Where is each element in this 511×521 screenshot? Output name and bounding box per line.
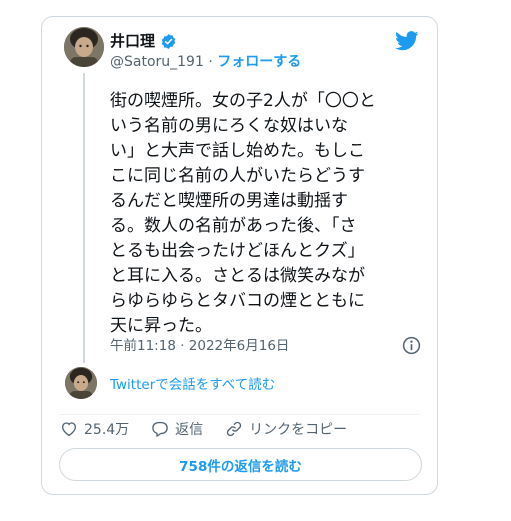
author-name[interactable]: 井口理 [110, 32, 155, 50]
info-icon[interactable] [402, 336, 421, 355]
read-conversation-link[interactable]: Twitterで会話をすべて読む [110, 376, 275, 394]
author-handle-row: @Satoru_191 · フォローする [110, 54, 301, 71]
reply-avatar[interactable] [65, 367, 97, 399]
reply-label: 返信 [175, 422, 204, 438]
tweet-card: 井口理 @Satoru_191 · フォローする 街の喫煙所。女の子2人が「〇〇… [41, 16, 438, 495]
author-handle[interactable]: @Satoru_191 [110, 54, 204, 70]
like-count: 25.4万 [84, 422, 130, 438]
read-replies-button[interactable]: 758件の返信を読む [59, 448, 422, 481]
action-bar: 25.4万 返信 リンクをコピー [60, 419, 369, 439]
heart-icon [61, 422, 77, 437]
reply-button[interactable]: 返信 [151, 419, 203, 439]
author-avatar[interactable] [64, 27, 104, 67]
copy-link-button[interactable]: リンクをコピー [225, 419, 347, 439]
twitter-bird-icon[interactable] [395, 31, 419, 51]
verified-badge-icon [161, 33, 176, 49]
link-icon [227, 421, 242, 437]
tweet-text: 街の喫煙所。女の子2人が「〇〇と いう名前の男にろくな奴はいな い」と大声で話し… [110, 91, 376, 336]
tweet-timestamp[interactable]: 午前11:18 · 2022年6月16日 [110, 337, 289, 355]
copy-link-label: リンクをコピー [249, 422, 348, 438]
reply-icon [152, 421, 168, 437]
author-name-row[interactable]: 井口理 [110, 32, 177, 50]
handle-separator: · [208, 54, 213, 70]
divider [59, 414, 420, 415]
thread-line [83, 73, 85, 363]
follow-button[interactable]: フォローする [217, 54, 301, 70]
like-button[interactable]: 25.4万 [60, 419, 129, 439]
